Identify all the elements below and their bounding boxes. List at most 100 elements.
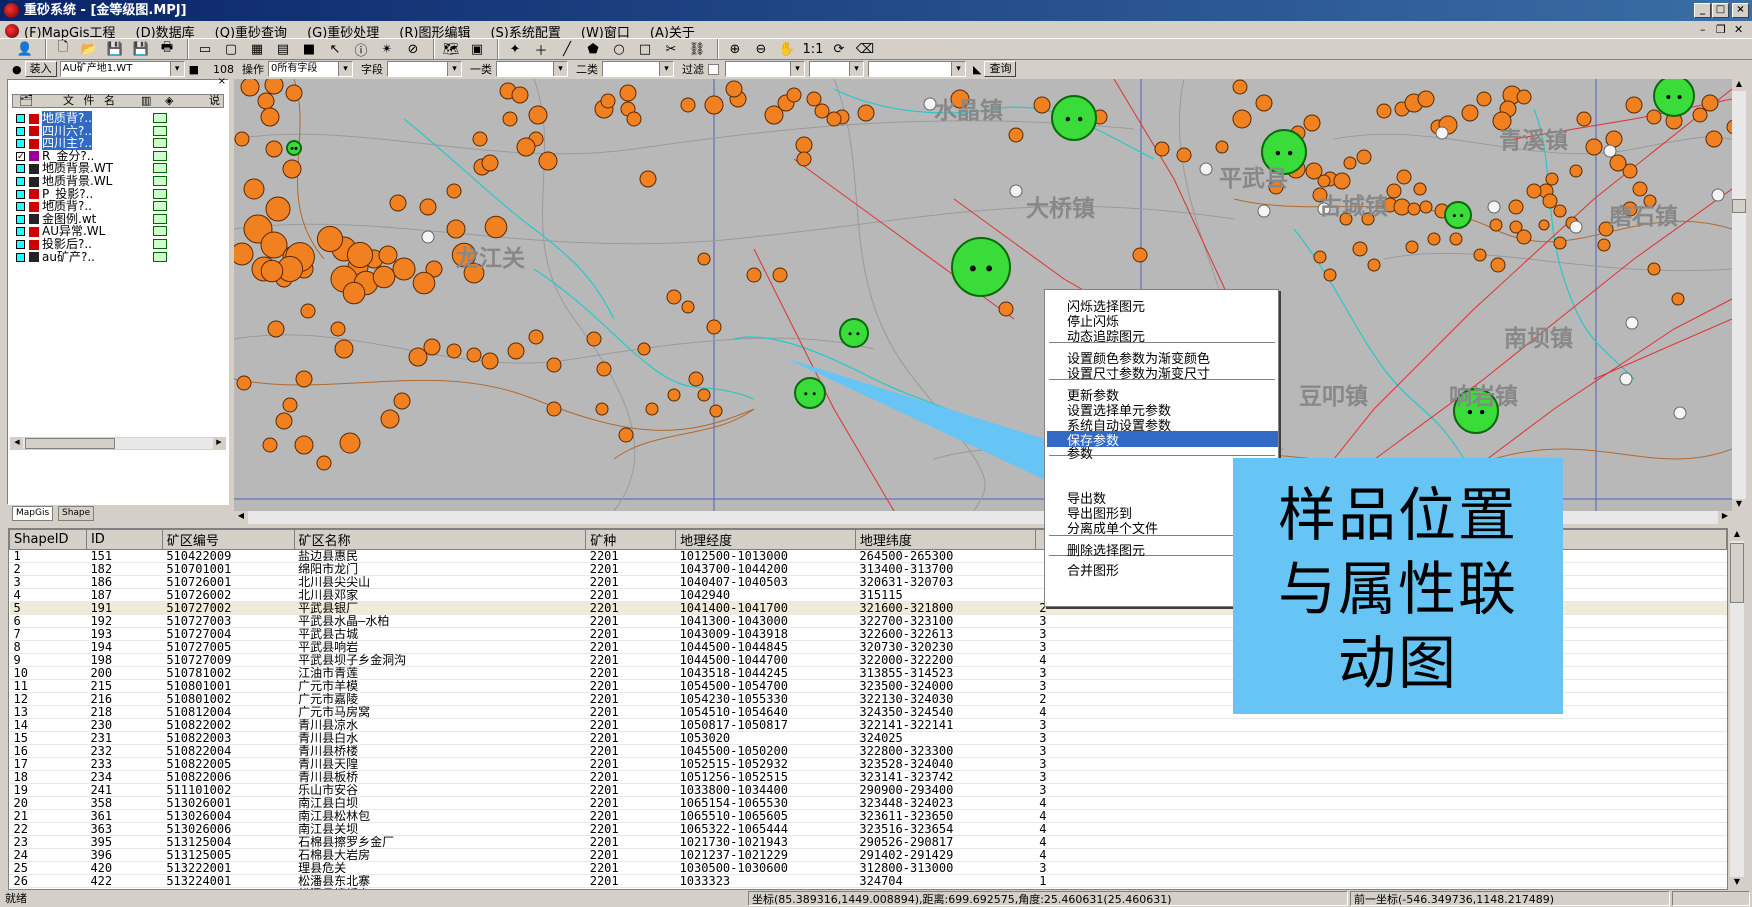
save-all-icon[interactable]: 💾: [130, 38, 152, 60]
scissors-icon[interactable]: ✂: [660, 38, 682, 60]
circle-icon[interactable]: ○: [608, 38, 630, 60]
filter-checkbox[interactable]: [708, 63, 720, 75]
scroll-down-icon[interactable]: ▼: [1730, 877, 1744, 889]
table-vertical-scrollbar[interactable]: ▲ ▼: [1730, 529, 1744, 889]
visibility-checkbox[interactable]: [16, 189, 25, 199]
table-row[interactable]: 18 234 510822006 青川县板桥 2201 1051256-1052515 32…: [9, 770, 1727, 784]
column-header[interactable]: ID: [85, 529, 163, 550]
window-icon[interactable]: ▢: [220, 38, 242, 60]
visibility-checkbox[interactable]: [16, 227, 25, 237]
scroll-up-icon[interactable]: ▲: [1730, 529, 1744, 541]
zoom-out-icon[interactable]: ⊖: [750, 38, 772, 60]
table-row[interactable]: 25 420 513222001 理县危关 2201 1030500-1030600 312…: [9, 861, 1727, 875]
table-row[interactable]: 17 233 510822005 青川县天隍 2201 1052515-1052932 32…: [9, 757, 1727, 771]
visibility-checkbox[interactable]: [16, 202, 25, 212]
layer-style-icon[interactable]: [153, 113, 167, 123]
context-menu-item[interactable]: 动态追踪图元: [1067, 326, 1145, 345]
visibility-checkbox[interactable]: [16, 214, 25, 224]
panel-close-icon[interactable]: ×: [218, 76, 226, 87]
layer-select[interactable]: AU矿产地1.WT: [59, 61, 185, 77]
table-row[interactable]: 14 230 510822002 青川县凉水 2201 1050817-1050817 32…: [9, 718, 1727, 732]
rect-icon[interactable]: □: [634, 38, 656, 60]
no-entry-icon[interactable]: ⊘: [402, 38, 424, 60]
pointer-icon[interactable]: ↖: [324, 38, 346, 60]
layer-style-icon[interactable]: [153, 188, 167, 199]
column-header[interactable]: 矿区名称: [293, 529, 587, 550]
tab-shape[interactable]: Shape: [58, 506, 95, 521]
close-button[interactable]: ×: [1732, 3, 1749, 18]
tab-mapgis[interactable]: MapGis: [12, 506, 54, 521]
print-icon[interactable]: 🖶: [156, 38, 178, 60]
map-vertical-scrollbar[interactable]: ▲ ▼: [1732, 79, 1746, 511]
table-row[interactable]: 24 396 513125005 石棉县大岩房 2201 1021237-1021229 2…: [9, 848, 1727, 862]
scroll-thumb[interactable]: [25, 438, 115, 449]
visibility-checkbox[interactable]: [16, 139, 25, 149]
visibility-checkbox[interactable]: [16, 177, 25, 186]
column-header[interactable]: ShapeID: [9, 529, 87, 550]
maximize-button[interactable]: □: [1712, 3, 1729, 18]
visibility-checkbox[interactable]: [16, 114, 25, 123]
grey-box-icon[interactable]: ■: [298, 38, 320, 60]
add-point-icon[interactable]: ＋: [530, 38, 552, 60]
stop-icon[interactable]: ■: [189, 63, 199, 76]
grid-icon[interactable]: ▤: [272, 38, 294, 60]
table-row[interactable]: 22 363 513026006 南江县关坝 2201 1065322-1065444 32…: [9, 822, 1727, 836]
column-header[interactable]: 矿区编号: [161, 529, 295, 550]
scroll-thumb[interactable]: [1730, 543, 1744, 603]
table-view-icon[interactable]: ▦: [246, 38, 268, 60]
visibility-checkbox[interactable]: [16, 252, 25, 262]
context-menu-item[interactable]: 合并图形: [1067, 560, 1119, 579]
refresh-icon[interactable]: ⟳: [828, 38, 850, 60]
context-menu-item[interactable]: 删除选择图元: [1067, 540, 1145, 559]
user-icon[interactable]: 👤: [14, 38, 36, 60]
context-menu-item[interactable]: 参数: [1067, 443, 1093, 462]
pan-icon[interactable]: ✋: [776, 38, 798, 60]
filter-select-2[interactable]: [809, 61, 865, 77]
minimize-button[interactable]: _: [1694, 3, 1711, 18]
layer-style-icon[interactable]: [153, 176, 167, 186]
layer-style-icon[interactable]: [153, 201, 167, 212]
context-menu-item[interactable]: 设置尺寸参数为渐变尺寸: [1067, 363, 1210, 382]
frame-icon[interactable]: ▣: [466, 38, 488, 60]
table-row[interactable]: 16 232 510822004 青川县桥楼 2201 1045500-1050200 32…: [9, 744, 1727, 758]
line-icon[interactable]: ╱: [556, 38, 578, 60]
zoom-in-icon[interactable]: ⊕: [724, 38, 746, 60]
column-header[interactable]: 矿种: [585, 529, 677, 550]
class2-select[interactable]: [602, 61, 675, 77]
layer-style-icon[interactable]: [153, 239, 167, 249]
load-button[interactable]: 装入: [24, 61, 57, 77]
visibility-checkbox[interactable]: ✓: [16, 151, 25, 161]
mdi-minimize-icon[interactable]: –: [1700, 23, 1706, 36]
visibility-checkbox[interactable]: [16, 126, 25, 136]
layers-icon[interactable]: ▭: [194, 38, 216, 60]
info-icon[interactable]: ⓘ: [350, 38, 372, 60]
table-row[interactable]: 19 241 511101002 乐山市安谷 2201 1033800-1034400 29…: [9, 783, 1727, 797]
layer-style-icon[interactable]: [153, 138, 167, 149]
context-menu-item[interactable]: 分离成单个文件: [1067, 518, 1158, 537]
layer-style-icon[interactable]: [153, 163, 167, 174]
scroll-right-icon[interactable]: ▶: [213, 438, 225, 449]
class1-select[interactable]: [496, 61, 569, 77]
map-view-icon[interactable]: 🗺: [440, 38, 462, 60]
scroll-thumb[interactable]: [1732, 199, 1746, 213]
mdi-close-icon[interactable]: ✕: [1734, 23, 1743, 36]
triangle-icon[interactable]: ◣: [973, 63, 981, 76]
filter-select-1[interactable]: [725, 61, 806, 77]
star-icon[interactable]: ✴: [376, 38, 398, 60]
polygon-icon[interactable]: ⬟: [582, 38, 604, 60]
scroll-right-icon[interactable]: ▶: [1718, 511, 1732, 524]
layer-style-icon[interactable]: [153, 150, 167, 161]
filter-select-3[interactable]: [868, 61, 967, 77]
layer-style-icon[interactable]: [153, 125, 167, 136]
scroll-down-icon[interactable]: ▼: [1732, 499, 1746, 511]
layer-style-icon[interactable]: [153, 251, 167, 262]
visibility-checkbox[interactable]: [16, 240, 25, 249]
table-row[interactable]: 15 231 510822003 青川县白水 2201 1053020 324025 3: [9, 731, 1727, 745]
save-icon[interactable]: 💾: [104, 38, 126, 60]
record-icon[interactable]: ●: [12, 63, 22, 76]
mdi-restore-icon[interactable]: ❐: [1716, 23, 1726, 36]
scroll-up-icon[interactable]: ▲: [1732, 79, 1746, 91]
actual-size-icon[interactable]: 1:1: [802, 38, 824, 60]
layer-style-icon[interactable]: [153, 213, 167, 224]
erase-icon[interactable]: ⌫: [854, 38, 876, 60]
